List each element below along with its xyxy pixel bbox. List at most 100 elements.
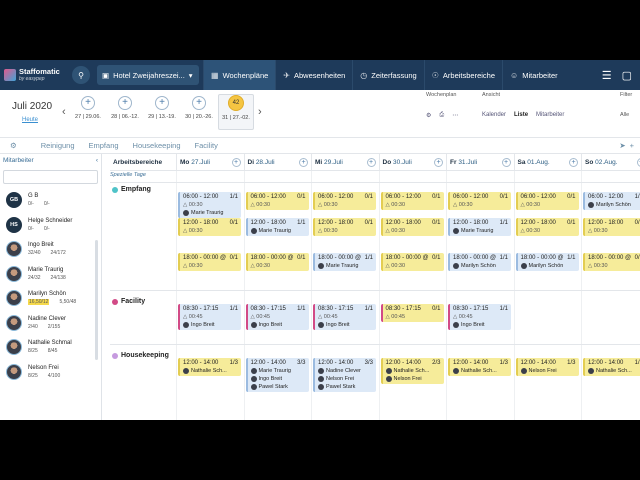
shift-card[interactable]: 18:00 - 00:00 @0/1 △ 00:30 (245, 253, 309, 271)
view-liste[interactable]: Liste (514, 112, 528, 118)
day-header[interactable]: Do 30.Juli + (378, 154, 447, 170)
filter-tab[interactable]: Reinigung (41, 141, 75, 150)
assigned-employee[interactable]: Ingo Breit (453, 322, 508, 328)
day-header[interactable]: Fr 31.Juli + (446, 154, 514, 170)
filter-tab[interactable]: Facility (195, 141, 218, 150)
shift-card[interactable]: 06:00 - 12:00 1/1Marilyn Schön (583, 192, 640, 210)
add-week-icon[interactable]: + (81, 96, 95, 110)
shift-card[interactable]: 08:30 - 17:15 1/1 △ 00:45 Ingo Breit (178, 304, 241, 330)
assigned-employee[interactable]: Pawel Stark (250, 384, 306, 390)
shift-card[interactable]: 12:00 - 18:00 1/1 Marie Traurig (245, 218, 309, 236)
print-icon[interactable]: ⎙ (439, 112, 444, 119)
day-header[interactable]: Mo 27.Juli + (176, 154, 244, 170)
menu-icon[interactable]: ☰ (602, 69, 612, 82)
employee-item[interactable]: Marilyn Schön 16,50/12 5,50/48 (0, 286, 101, 311)
shift-card[interactable]: 18:00 - 00:00 @1/1 Marilyn Schön (515, 253, 579, 271)
logo[interactable]: Staffomatic by easypep (0, 60, 68, 90)
assigned-employee[interactable]: Marie Traurig (318, 263, 373, 269)
shift-card[interactable]: 12:00 - 18:00 0/1 △ 00:30 (313, 218, 376, 236)
assigned-employee[interactable]: Marilyn Schön (453, 263, 508, 269)
shift-card[interactable]: 08:30 - 17:15 1/1 △ 00:45 Ingo Breit (313, 304, 376, 330)
shift-card[interactable]: 12:00 - 14:00 1/3Nathalie Sch... (178, 358, 241, 376)
employee-item[interactable]: Marie Traurig 24/32 24/138 (0, 262, 101, 287)
more-icon[interactable]: ⋯ (452, 112, 458, 119)
assigned-employee[interactable]: Marie Traurig (250, 228, 306, 234)
gear-icon[interactable]: ⚙ (10, 141, 17, 150)
week-4[interactable]: 42 31 | 27.-02. (218, 94, 254, 130)
shift-card[interactable]: 18:00 - 00:00 @1/1 Marie Traurig (313, 253, 376, 271)
shift-card[interactable]: 18:00 - 00:00 @0/1 △ 00:30 (380, 253, 444, 271)
week-0[interactable]: +27 | 29.06. (70, 96, 106, 120)
shift-card[interactable]: 06:00 - 12:00 1/1 △ 00:30 Marie Traurig (178, 192, 241, 218)
nav-arbeitsbereiche[interactable]: ☉ Arbeitsbereiche (423, 60, 502, 90)
shift-card[interactable]: 12:00 - 14:00 2/3 Nathalie Sch... Nelson Fr… (380, 358, 444, 384)
shift-card[interactable]: 08:30 - 17:15 1/1 △ 00:45 Ingo Breit (448, 304, 511, 330)
employee-item[interactable]: Nathalie Schmal 8/25 8/45 (0, 335, 101, 360)
assigned-employee[interactable]: Pawel Stark (318, 384, 373, 390)
add-shift-icon[interactable]: + (299, 157, 308, 167)
shift-card[interactable]: 12:00 - 18:00 0/1 △ 00:30 (380, 218, 444, 236)
shift-card[interactable]: 12:00 - 14:00 3/3 Marie Traurig Ingo Breit P… (245, 358, 309, 392)
filter-tab[interactable]: Empfang (89, 141, 119, 150)
add-week-icon[interactable]: + (155, 96, 169, 110)
shift-card[interactable]: 12:00 - 18:00 0/1 △ 00:30 (515, 218, 579, 236)
day-header[interactable]: Di 28.Juli + (243, 154, 312, 170)
employee-item[interactable]: Nelson Frei 8/25 4/100 (0, 360, 101, 385)
shift-card[interactable]: 12:00 - 14:00 1/3Nathalie Sch... (448, 358, 511, 376)
pin-icon[interactable]: ➤ (619, 141, 625, 150)
shift-card[interactable]: 12:00 - 14:00 1/3 Nelson Frei (515, 358, 579, 376)
add-week-icon[interactable]: + (118, 96, 132, 110)
employee-search-input[interactable] (3, 170, 98, 184)
employee-item[interactable]: Nadine Clever 2/40 2/155 (0, 311, 101, 336)
shift-card[interactable]: 06:00 - 12:00 0/1 △ 00:30 (380, 192, 444, 210)
week-2[interactable]: +29 | 13.-19. (144, 96, 180, 120)
today-link[interactable]: Heute (22, 117, 38, 123)
shift-card[interactable]: 12:00 - 14:00 1/3Nathalie Sch... (583, 358, 640, 376)
assigned-employee[interactable]: Ingo Breit (318, 322, 373, 328)
shift-card[interactable]: 06:00 - 12:00 0/1 △ 00:30 (515, 192, 579, 210)
shift-card[interactable]: 08:30 - 17:15 0/1 △ 00:45 (380, 304, 444, 322)
week-badge[interactable]: 42 (228, 95, 244, 111)
chat-icon[interactable]: ▢ (622, 69, 632, 82)
employee-item[interactable]: Ingo Breit 32/40 24/172 (0, 237, 101, 262)
assigned-employee[interactable]: Marie Traurig (183, 210, 238, 216)
shift-card[interactable]: 12:00 - 14:00 3/3 Nadine Clever Nelson Frei… (313, 358, 376, 392)
add-shift-icon[interactable]: + (231, 157, 241, 167)
org-selector[interactable]: ▣ Hotel Zweijahreszei... ▾ (97, 65, 199, 85)
nav-zeiterfassung[interactable]: ◷ Zeiterfassung (352, 60, 423, 90)
assigned-employee[interactable]: Nathalie Sch... (453, 368, 508, 374)
assigned-employee[interactable]: Nelson Frei (520, 368, 576, 374)
shift-card[interactable]: 12:00 - 18:00 1/1 Marie Traurig (448, 218, 511, 236)
next-week-icon[interactable]: › (258, 106, 262, 118)
week-1[interactable]: +28 | 06.-12. (107, 96, 143, 120)
add-shift-icon[interactable]: + (569, 157, 578, 167)
shift-card[interactable]: 08:30 - 17:15 1/1 △ 00:45 Ingo Breit (245, 304, 309, 330)
week-3[interactable]: +30 | 20.-26. (181, 96, 217, 120)
add-shift-icon[interactable]: + (501, 157, 511, 167)
assigned-employee[interactable]: Nadine Clever (318, 368, 373, 374)
add-shift-icon[interactable]: + (366, 157, 376, 167)
employee-item[interactable]: GB G B 0/- 0/- (0, 188, 101, 213)
assigned-employee[interactable]: Marie Traurig (453, 228, 508, 234)
assigned-employee[interactable]: Marilyn Schön (520, 263, 576, 269)
assigned-employee[interactable]: Nathalie Sch... (385, 368, 441, 374)
assigned-employee[interactable]: Marie Traurig (250, 368, 306, 374)
assigned-employee[interactable]: Nelson Frei (318, 376, 373, 382)
employee-item[interactable]: HS Helge Schneider 0/- 0/- (0, 213, 101, 238)
assigned-employee[interactable]: Ingo Breit (250, 376, 306, 382)
nav-mitarbeiter[interactable]: ☺ Mitarbeiter (502, 60, 565, 90)
add-shift-icon[interactable]: + (636, 157, 640, 167)
assigned-employee[interactable]: Marilyn Schön (588, 202, 640, 208)
nav-wochenpläne[interactable]: ▦ Wochenpläne (203, 60, 276, 90)
assigned-employee[interactable]: Ingo Breit (183, 322, 238, 328)
filter-value[interactable]: Alle (620, 112, 629, 118)
add-week-icon[interactable]: + (192, 96, 206, 110)
assigned-employee[interactable]: Nathalie Sch... (183, 368, 238, 374)
shift-card[interactable]: 18:00 - 00:00 @1/1 Marilyn Schön (448, 253, 511, 271)
shift-card[interactable]: 18:00 - 00:00 @0/1 △ 00:30 (583, 253, 640, 271)
assigned-employee[interactable]: Nathalie Sch... (588, 368, 640, 374)
assigned-employee[interactable]: Ingo Breit (250, 322, 306, 328)
add-shift-icon[interactable]: + (434, 157, 443, 167)
day-header[interactable]: Sa 01.Aug. + (513, 154, 582, 170)
filter-tab[interactable]: Housekeeping (133, 141, 181, 150)
